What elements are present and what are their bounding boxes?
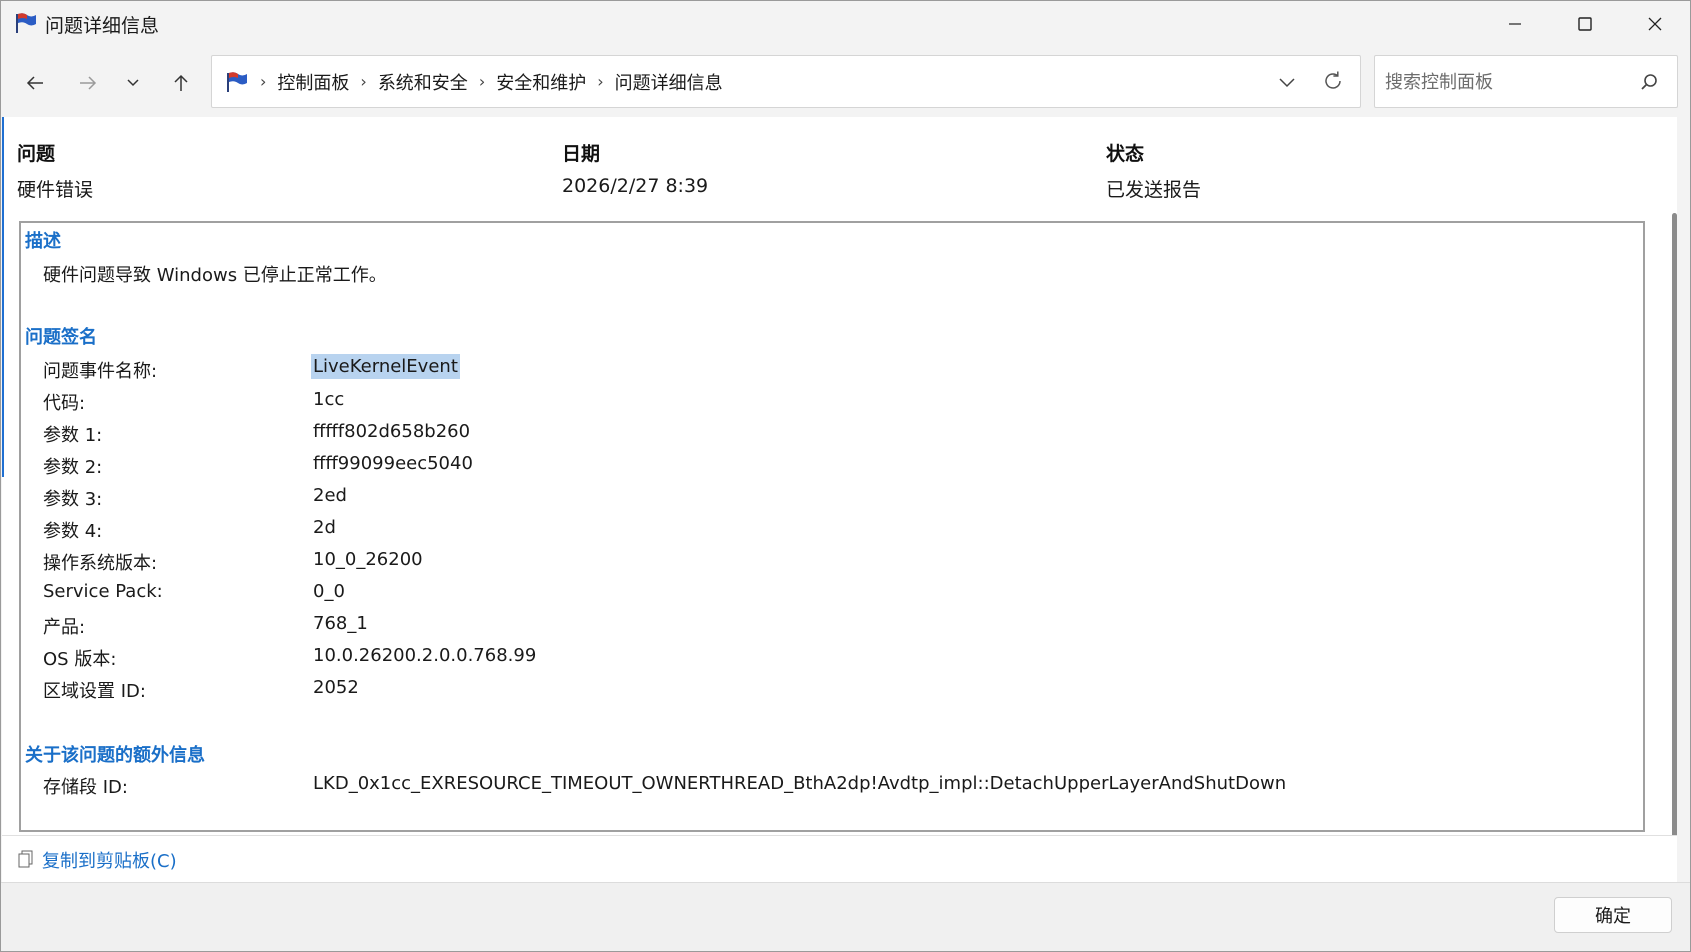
refresh-icon[interactable] bbox=[1320, 68, 1346, 94]
breadcrumb: › 控制面板 › 系统和安全 › 安全和维护 › 问题详细信息 bbox=[258, 56, 723, 107]
signature-value: 2052 bbox=[313, 677, 359, 698]
maximize-icon bbox=[1578, 17, 1592, 31]
flag-icon bbox=[227, 72, 247, 92]
copy-to-clipboard-link[interactable]: 复制到剪贴板(C) bbox=[42, 847, 177, 873]
signature-value: 10.0.26200.2.0.0.768.99 bbox=[313, 645, 537, 666]
forward-button[interactable] bbox=[68, 63, 108, 103]
extra-info-key: 存储段 ID: bbox=[43, 777, 128, 798]
signature-key: 参数 4: bbox=[43, 521, 103, 542]
signature-value: 10_0_26200 bbox=[313, 549, 423, 570]
focus-indicator bbox=[2, 117, 4, 477]
content-pane: 问题 硬件错误 日期 2026/2/27 8:39 状态 已发送报告 描述 硬件… bbox=[2, 117, 1677, 878]
close-button[interactable] bbox=[1620, 1, 1690, 47]
up-button[interactable] bbox=[161, 63, 201, 103]
minimize-icon bbox=[1509, 23, 1521, 25]
extra-info-title: 关于该问题的额外信息 bbox=[25, 745, 205, 766]
signature-key: 参数 1: bbox=[43, 425, 103, 446]
minimize-button[interactable] bbox=[1480, 1, 1550, 47]
navigation-bar: › 控制面板 › 系统和安全 › 安全和维护 › 问题详细信息 bbox=[1, 47, 1690, 117]
window-title: 问题详细信息 bbox=[45, 15, 160, 37]
ok-button[interactable]: 确定 bbox=[1554, 897, 1672, 933]
breadcrumb-system-security[interactable]: 系统和安全 bbox=[378, 69, 468, 95]
chevron-down-icon[interactable] bbox=[1274, 70, 1300, 94]
scrollbar[interactable] bbox=[1672, 213, 1677, 878]
status-header: 状态 bbox=[1106, 143, 1145, 165]
signature-value: 2d bbox=[313, 517, 336, 538]
problem-value: 硬件错误 bbox=[17, 179, 94, 201]
description-title: 描述 bbox=[25, 231, 61, 252]
signature-key: 参数 3: bbox=[43, 489, 103, 510]
signature-title: 问题签名 bbox=[25, 327, 97, 348]
button-bar: 确定 bbox=[1, 882, 1690, 951]
arrow-right-icon bbox=[80, 76, 97, 90]
signature-key: 代码: bbox=[43, 393, 86, 414]
maximize-button[interactable] bbox=[1550, 1, 1620, 47]
flag-icon bbox=[16, 13, 36, 33]
details-panel[interactable]: 描述 硬件问题导致 Windows 已停止正常工作。 问题签名 问题事件名称: … bbox=[19, 221, 1645, 832]
signature-key: 区域设置 ID: bbox=[43, 681, 146, 702]
search-input[interactable] bbox=[1385, 68, 1625, 96]
breadcrumb-control-panel[interactable]: 控制面板 bbox=[277, 69, 349, 95]
signature-value: 0_0 bbox=[313, 581, 345, 602]
status-value: 已发送报告 bbox=[1106, 179, 1202, 201]
breadcrumb-separator: › bbox=[360, 72, 367, 91]
signature-key: 产品: bbox=[43, 617, 86, 638]
arrow-up-icon bbox=[174, 74, 188, 91]
breadcrumb-security-maintenance[interactable]: 安全和维护 bbox=[496, 69, 586, 95]
signature-key: 参数 2: bbox=[43, 457, 103, 478]
signature-key: OS 版本: bbox=[43, 649, 117, 670]
close-icon bbox=[1648, 17, 1662, 31]
extra-info-value: LKD_0x1cc_EXRESOURCE_TIMEOUT_OWNERTHREAD… bbox=[313, 773, 1287, 794]
date-value: 2026/2/27 8:39 bbox=[562, 175, 709, 197]
recent-locations-button[interactable] bbox=[113, 63, 153, 103]
signature-key: 问题事件名称: bbox=[43, 361, 158, 382]
title-bar: 问题详细信息 bbox=[1, 1, 1690, 47]
back-button[interactable] bbox=[15, 63, 55, 103]
search-icon[interactable] bbox=[1639, 72, 1659, 92]
problem-details-window: 问题详细信息 › 控制面板 › 系统和安全 › 安全和维护 › 问题详细信息 搜… bbox=[0, 0, 1691, 952]
signature-value-selected[interactable]: LiveKernelEvent bbox=[311, 354, 460, 379]
address-bar[interactable]: › 控制面板 › 系统和安全 › 安全和维护 › 问题详细信息 bbox=[211, 55, 1361, 108]
breadcrumb-separator: › bbox=[260, 72, 267, 91]
breadcrumb-problem-details[interactable]: 问题详细信息 bbox=[615, 69, 723, 95]
description-text: 硬件问题导致 Windows 已停止正常工作。 bbox=[43, 265, 387, 286]
breadcrumb-separator: › bbox=[478, 72, 486, 91]
signature-value: fffff802d658b260 bbox=[313, 421, 471, 442]
signature-value: 768_1 bbox=[313, 613, 368, 634]
signature-value: ffff99099eec5040 bbox=[313, 453, 473, 474]
search-box[interactable] bbox=[1374, 55, 1678, 108]
problem-header: 问题 bbox=[17, 143, 56, 165]
signature-key: Service Pack: bbox=[43, 581, 163, 602]
copy-bar: 复制到剪贴板(C) bbox=[2, 835, 1677, 882]
signature-value: 2ed bbox=[313, 485, 347, 506]
arrow-left-icon bbox=[26, 76, 43, 90]
breadcrumb-separator: › bbox=[597, 72, 604, 91]
signature-value: 1cc bbox=[313, 389, 345, 410]
copy-icon bbox=[18, 850, 33, 868]
signature-key: 操作系统版本: bbox=[43, 553, 158, 574]
date-header: 日期 bbox=[562, 143, 601, 165]
chevron-down-icon bbox=[127, 79, 139, 87]
